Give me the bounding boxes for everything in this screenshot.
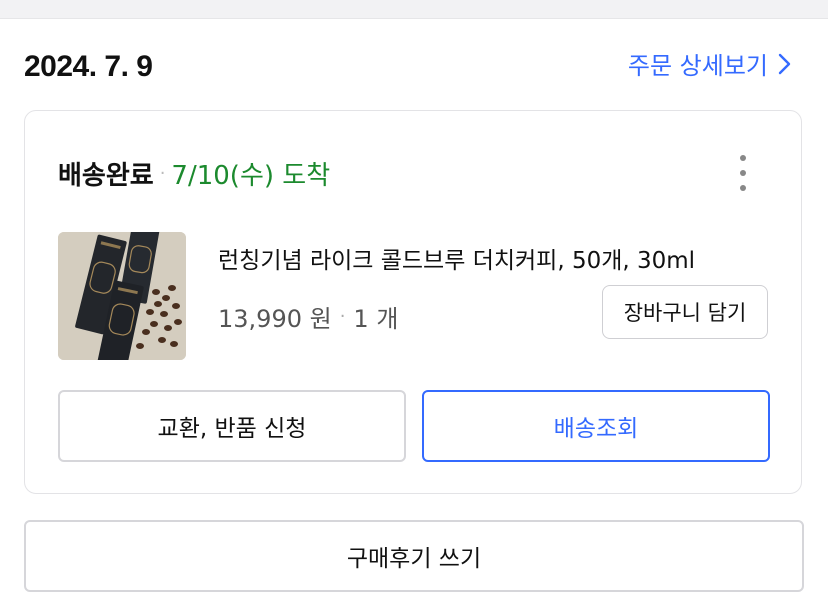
price-quantity-line: 13,990 원 · 1 개 <box>218 299 398 334</box>
order-detail-link[interactable]: 주문 상세보기 <box>628 46 792 81</box>
price-separator: · <box>339 306 346 327</box>
coffee-pack-image <box>58 232 186 360</box>
order-detail-link-label: 주문 상세보기 <box>627 52 768 80</box>
chevron-right-icon <box>778 53 791 74</box>
top-divider-strip <box>0 0 828 19</box>
delivery-status: 배송완료 <box>58 161 154 191</box>
add-to-cart-button[interactable]: 장바구니 담기 <box>602 285 768 339</box>
product-quantity: 1 개 <box>353 305 399 333</box>
exchange-return-button[interactable]: 교환, 반품 신청 <box>58 390 406 462</box>
order-card: 배송완료 · 7/10(수) 도착 런칭기념 라이크 콜드브루 더치커피, 50… <box>24 110 802 494</box>
product-price: 13,990 원 <box>218 305 332 333</box>
order-date: 2024. 7. 9 <box>24 50 153 83</box>
track-delivery-button[interactable]: 배송조회 <box>422 390 770 462</box>
more-options-icon[interactable] <box>735 155 751 191</box>
write-review-button[interactable]: 구매후기 쓰기 <box>24 520 804 592</box>
product-thumbnail[interactable] <box>58 232 186 360</box>
status-separator: · <box>159 163 166 184</box>
arrival-date: 7/10(수) 도착 <box>171 161 331 191</box>
product-name[interactable]: 런칭기념 라이크 콜드브루 더치커피, 50개, 30ml <box>218 241 695 275</box>
delivery-status-line: 배송완료 · 7/10(수) 도착 <box>58 155 330 192</box>
